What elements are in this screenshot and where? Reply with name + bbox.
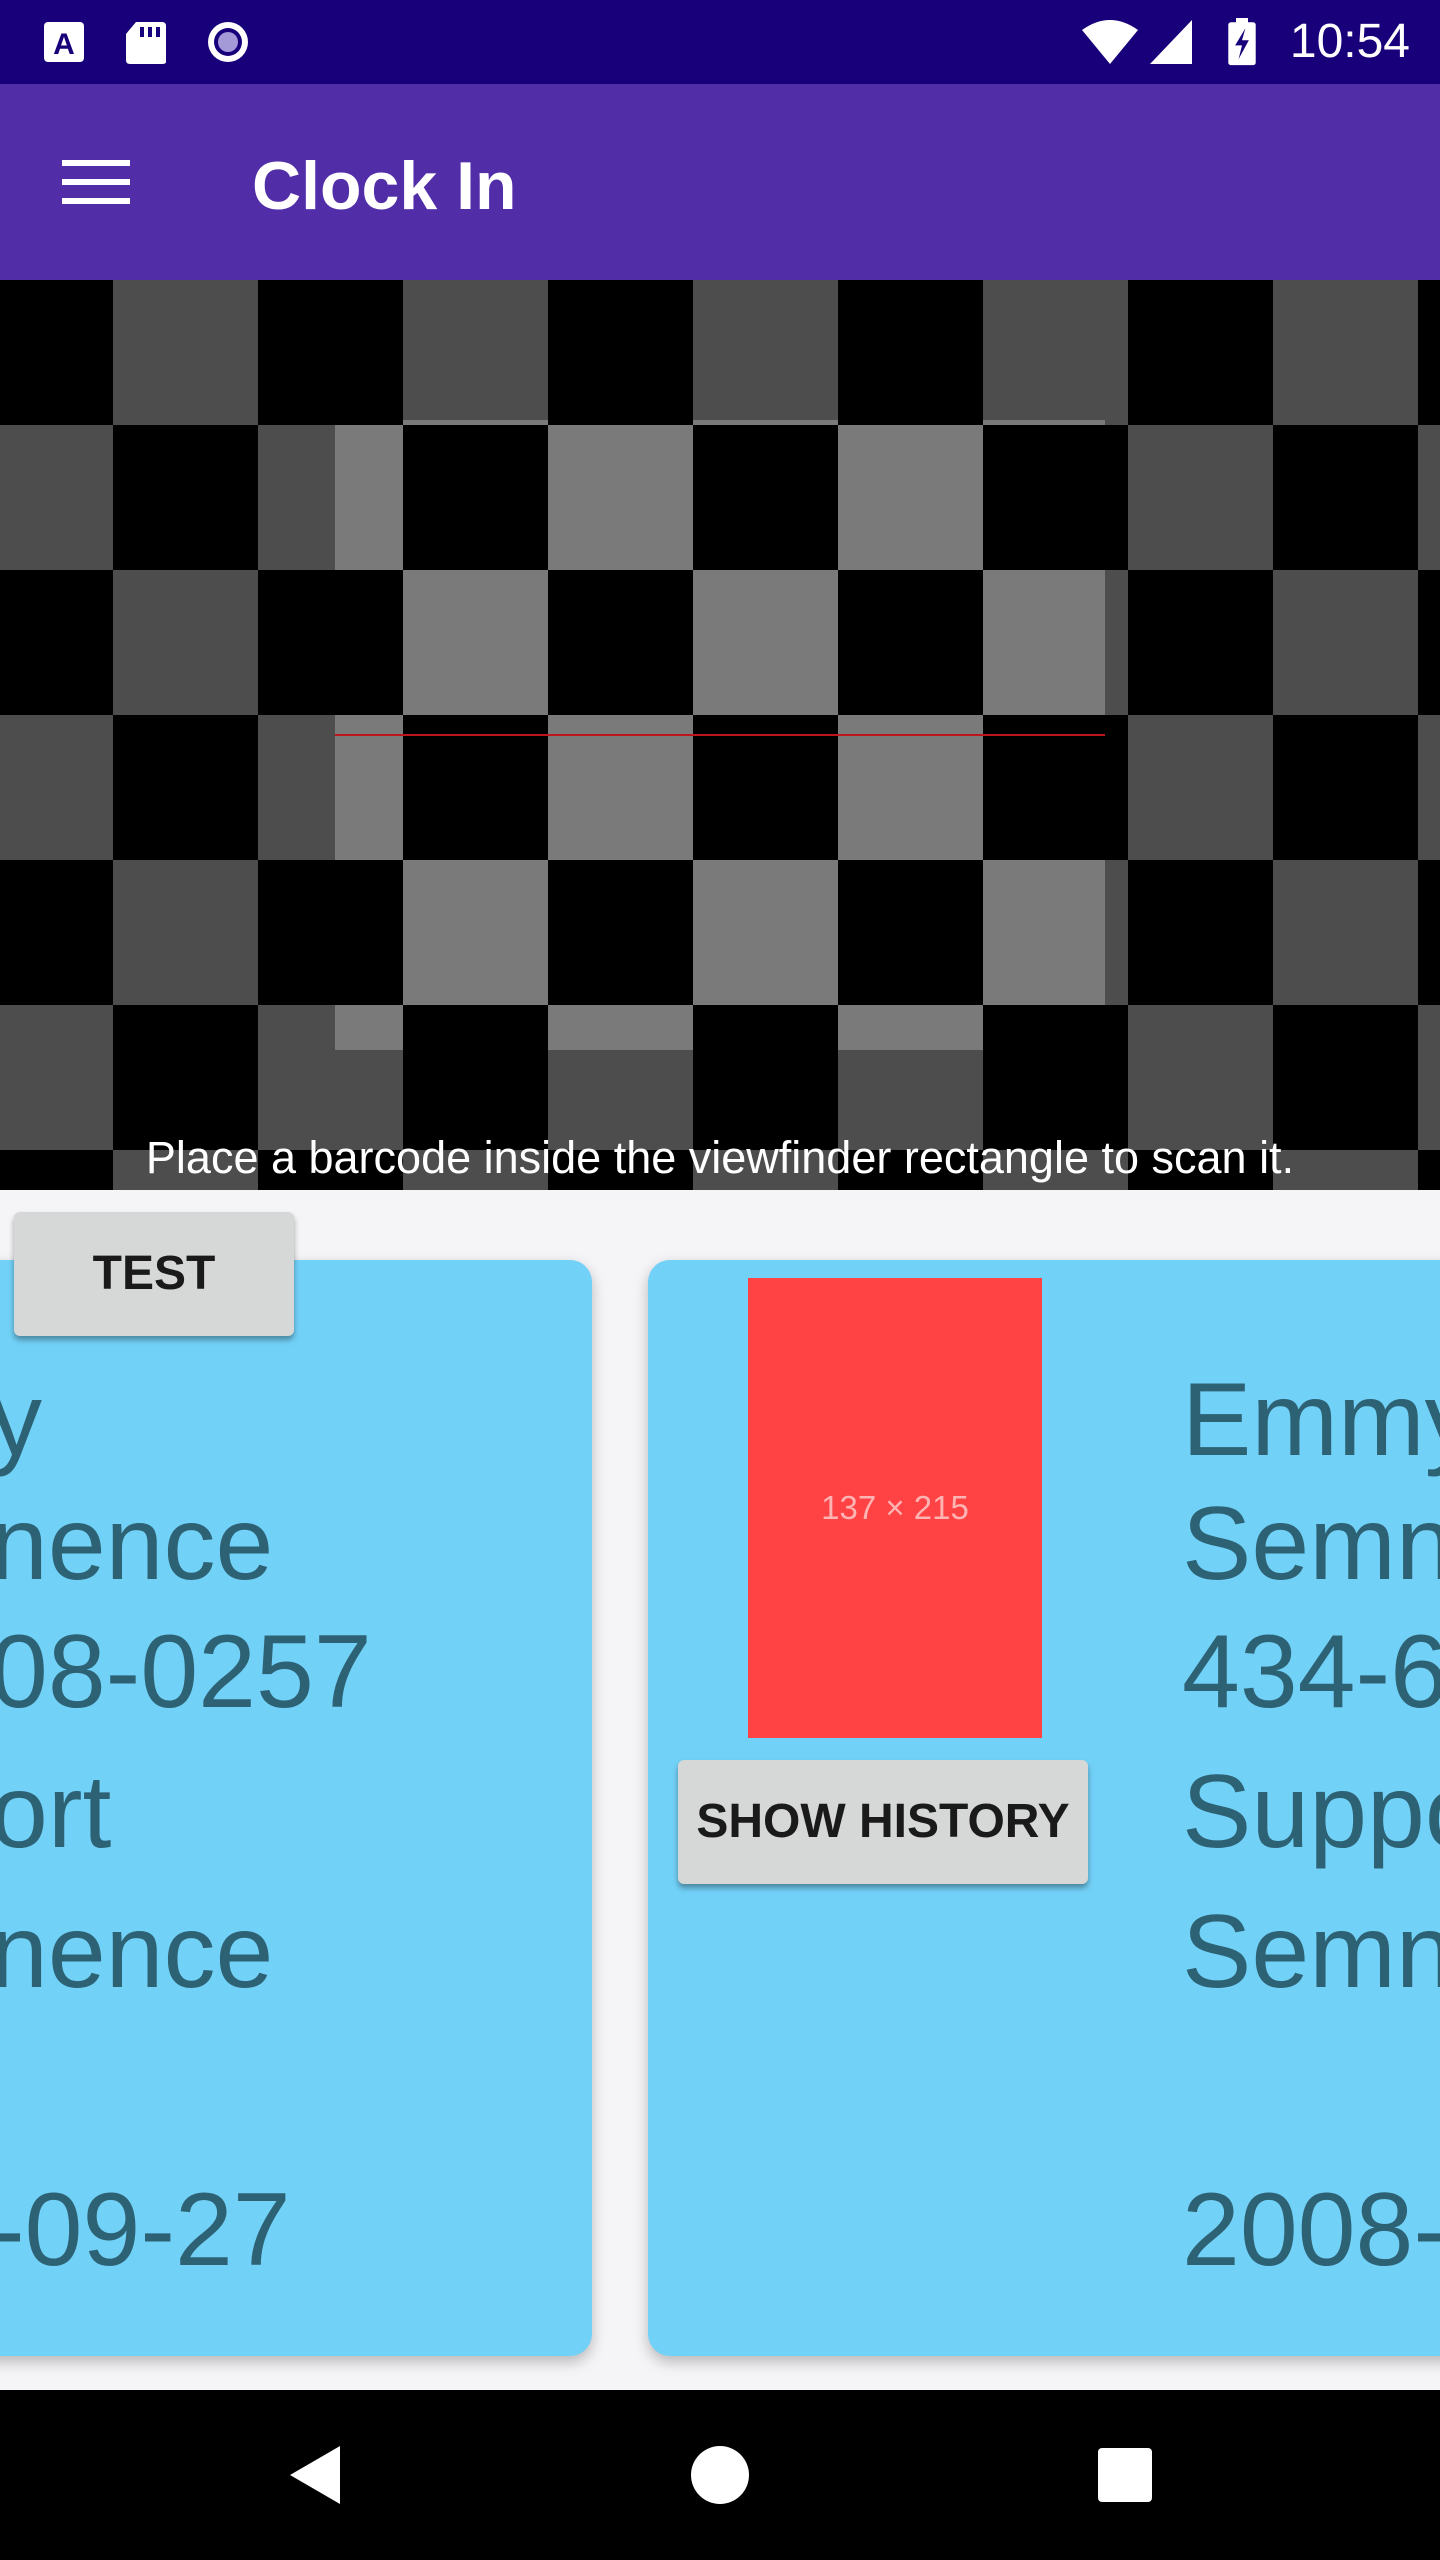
camera-preview xyxy=(0,280,1440,1190)
employee-department-line: Suppo xyxy=(1182,1754,1440,1870)
scanner-hint-text: Place a barcode inside the viewfinder re… xyxy=(145,1132,1295,1183)
employee-location-line: Semn xyxy=(1182,1486,1440,1602)
employee-photo-placeholder: 137 × 215 xyxy=(748,1278,1042,1738)
page-title: Clock In xyxy=(252,148,517,224)
photo-placeholder-label: 137 × 215 xyxy=(821,1489,969,1526)
employee-card[interactable]: y nence 08-0257 ort nence -09-27 xyxy=(0,1260,592,2356)
battery-charging-icon xyxy=(1228,18,1256,66)
barcode-scanner-viewfinder[interactable]: Place a barcode inside the viewfinder re… xyxy=(0,280,1440,1190)
back-icon[interactable] xyxy=(280,2440,350,2510)
employee-department-line: ort xyxy=(0,1754,112,1870)
sd-card-icon xyxy=(126,22,166,64)
employee-location-line: nence xyxy=(0,1486,274,1602)
status-time: 10:54 xyxy=(1289,15,1410,68)
home-icon[interactable] xyxy=(685,2440,755,2510)
svg-text:A: A xyxy=(53,28,75,61)
employee-office-line: Semn xyxy=(1182,1894,1440,2010)
hamburger-menu-icon[interactable] xyxy=(62,154,130,210)
employee-date-line: -09-27 xyxy=(0,2172,291,2288)
employee-card-carousel[interactable]: y nence 08-0257 ort nence -09-27 TEST 13… xyxy=(0,1190,1440,2390)
employee-date-line: 2008- xyxy=(1182,2172,1440,2288)
cell-signal-icon xyxy=(1150,20,1192,64)
wifi-icon xyxy=(1082,20,1138,64)
radio-circle-icon xyxy=(208,22,248,62)
app-bar: Clock In xyxy=(0,84,1440,280)
recents-icon[interactable] xyxy=(1090,2440,1160,2510)
employee-name-line: y xyxy=(0,1362,42,1478)
status-bar: A 10:54 xyxy=(0,0,1440,84)
show-history-button[interactable]: SHOW HISTORY xyxy=(678,1760,1088,1884)
employee-phone-line: 08-0257 xyxy=(0,1614,372,1730)
system-navigation-bar xyxy=(0,2390,1440,2560)
employee-office-line: nence xyxy=(0,1894,274,2010)
test-button[interactable]: TEST xyxy=(14,1212,294,1336)
employee-name-line: Emmy xyxy=(1182,1362,1440,1478)
employee-phone-line: 434-6 xyxy=(1182,1614,1440,1730)
employee-card[interactable]: 137 × 215 SHOW HISTORY Emmy Semn 434-6 S… xyxy=(648,1260,1440,2356)
text-a-notification-icon: A xyxy=(44,22,84,62)
